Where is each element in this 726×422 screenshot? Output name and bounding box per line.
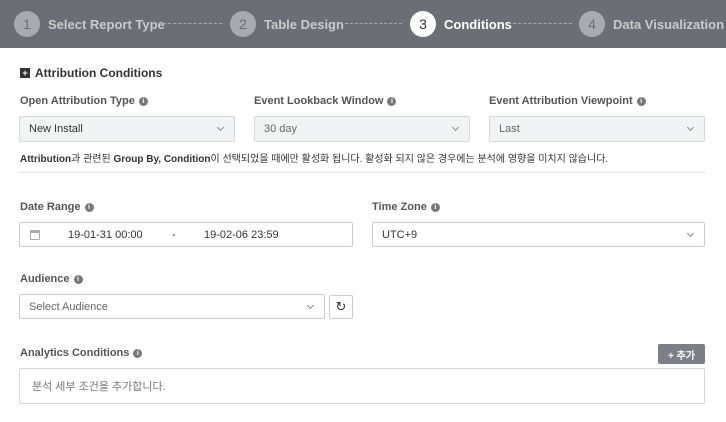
chevron-down-icon	[216, 123, 225, 132]
step-data-visualization[interactable]: 4 Data Visualization	[579, 0, 724, 48]
add-condition-button[interactable]: + 추가	[658, 344, 705, 364]
step-conditions[interactable]: 3 Conditions	[410, 0, 512, 48]
stepper-header: 1 Select Report Type 2 Table Design 3 Co…	[0, 0, 726, 48]
select-value: New Install	[29, 123, 83, 135]
event-lookback-window-select[interactable]: 30 day	[254, 116, 470, 142]
info-icon[interactable]: i	[133, 348, 143, 358]
label-text: Open Attribution Type	[20, 95, 135, 107]
label-text: Date Range	[20, 201, 81, 213]
select-value: UTC+9	[382, 228, 418, 241]
chevron-down-icon	[686, 229, 695, 238]
date-separator: -	[172, 229, 176, 241]
event-attribution-viewpoint-select[interactable]: Last	[489, 116, 705, 142]
attribution-note: Attribution과 관련된 Group By, Condition이 선택…	[20, 150, 608, 165]
select-placeholder: Select Audience	[29, 300, 108, 313]
step-connector	[508, 23, 572, 24]
date-from[interactable]: 19-01-31 00:00	[68, 229, 143, 241]
divider	[20, 172, 706, 173]
audience-label: Audience i	[20, 273, 83, 285]
date-range-label: Date Range i	[20, 201, 94, 213]
open-attribution-type-select[interactable]: New Install	[19, 116, 235, 142]
analytics-conditions-label: Analytics Conditions i	[20, 347, 143, 359]
step-connector	[158, 23, 222, 24]
step-number: 3	[410, 11, 436, 37]
note-text: 이 선택되었을 때에만 활성화 됩니다. 활성화 되지 않은 경우에는 분석에 …	[210, 154, 609, 165]
label-text: Event Attribution Viewpoint	[489, 95, 633, 107]
calendar-icon	[30, 230, 40, 240]
step-table-design[interactable]: 2 Table Design	[230, 0, 344, 48]
info-icon[interactable]: i	[84, 202, 94, 212]
chevron-down-icon	[451, 123, 460, 132]
section-title-text: Attribution Conditions	[35, 66, 163, 80]
time-zone-select[interactable]: UTC+9	[372, 222, 705, 247]
info-icon[interactable]: i	[636, 96, 646, 106]
step-label: Conditions	[444, 16, 512, 32]
step-label: Data Visualization	[613, 16, 725, 32]
step-number: 2	[230, 11, 256, 37]
label-text: Analytics Conditions	[20, 347, 130, 359]
step-number: 1	[14, 11, 40, 37]
note-bold-group-by: Group By, Condition	[113, 154, 211, 165]
label-text: Event Lookback Window	[254, 95, 384, 107]
event-attribution-viewpoint-label: Event Attribution Viewpoint i	[489, 95, 646, 107]
info-icon[interactable]: i	[430, 202, 440, 212]
refresh-icon: ↻	[335, 299, 347, 314]
date-to[interactable]: 19-02-06 23:59	[204, 229, 279, 241]
info-icon[interactable]: i	[138, 96, 148, 106]
refresh-audience-button[interactable]: ↻	[329, 295, 353, 319]
note-text: 과 관련된	[71, 154, 114, 165]
date-range-picker[interactable]: 19-01-31 00:00 - 19-02-06 23:59	[19, 222, 353, 247]
analytics-conditions-box[interactable]: 분석 세부 조건을 추가합니다.	[19, 368, 705, 404]
select-value: 30 day	[264, 123, 298, 135]
step-number: 4	[579, 11, 605, 37]
open-attribution-type-label: Open Attribution Type i	[20, 95, 148, 107]
info-icon[interactable]: i	[387, 96, 397, 106]
expand-icon[interactable]: +	[20, 68, 30, 78]
label-text: Audience	[20, 273, 70, 285]
audience-select[interactable]: Select Audience	[19, 294, 325, 319]
info-icon[interactable]: i	[73, 274, 83, 284]
section-title-attribution[interactable]: + Attribution Conditions	[20, 66, 162, 80]
time-zone-label: Time Zone i	[372, 201, 440, 213]
step-label: Select Report Type	[48, 16, 165, 32]
event-lookback-window-label: Event Lookback Window i	[254, 95, 397, 107]
chevron-down-icon	[306, 301, 315, 310]
step-select-report-type[interactable]: 1 Select Report Type	[14, 0, 165, 48]
step-label: Table Design	[264, 16, 344, 32]
step-connector	[340, 23, 402, 24]
note-bold-prefix: Attribution	[20, 154, 72, 165]
label-text: Time Zone	[372, 201, 427, 213]
chevron-down-icon	[686, 123, 695, 132]
select-value: Last	[499, 123, 520, 135]
conditions-placeholder: 분석 세부 조건을 추가합니다.	[32, 381, 166, 393]
